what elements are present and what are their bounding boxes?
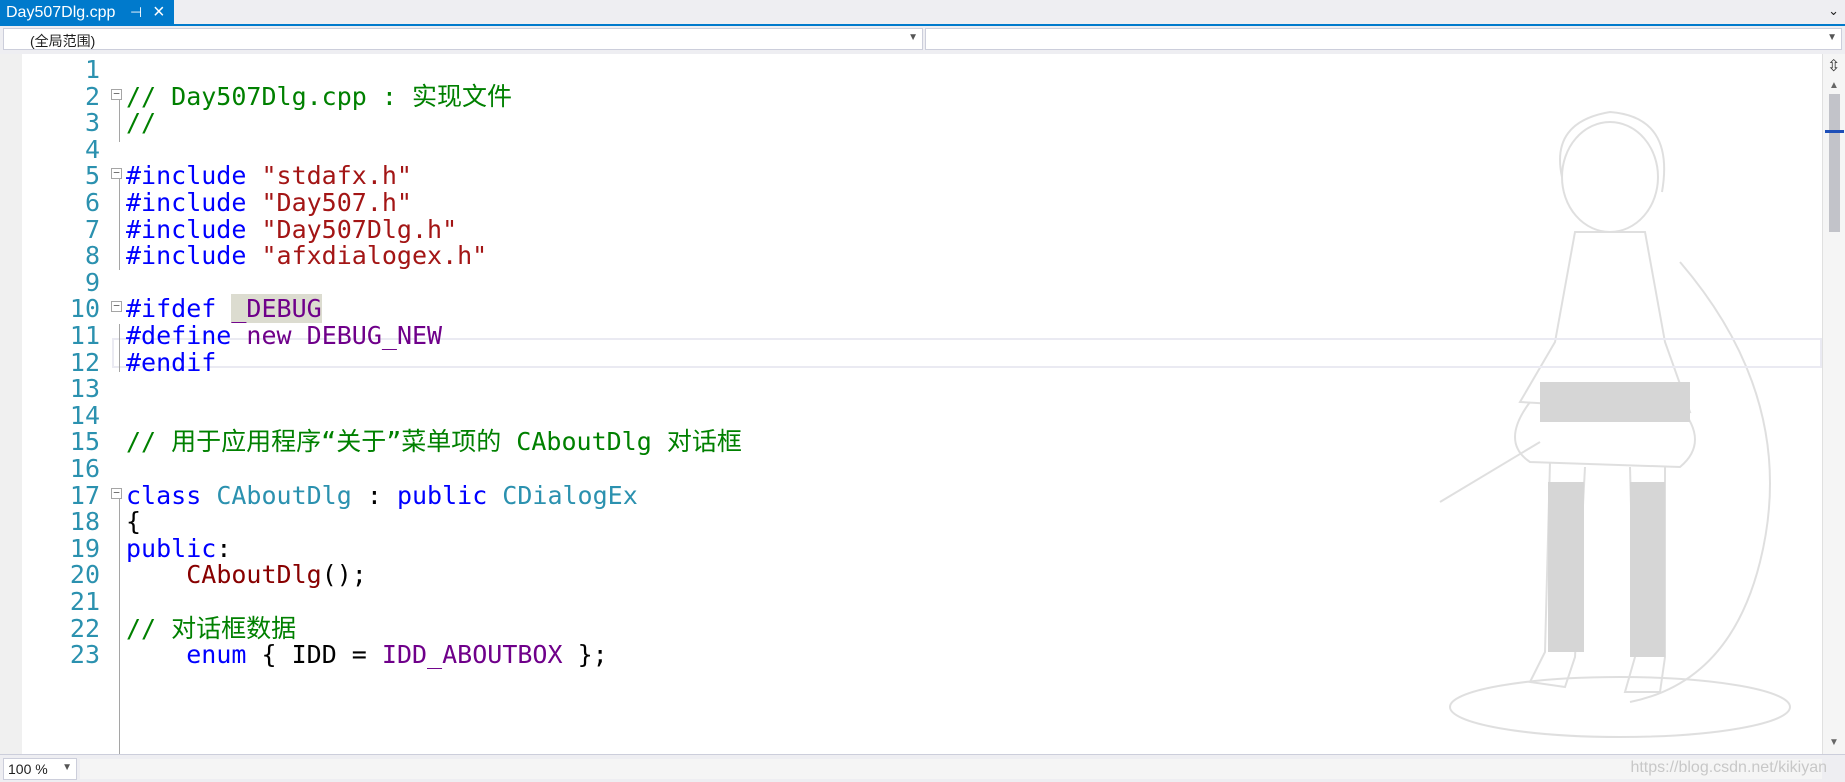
code-token: // <box>126 108 157 138</box>
fold-guide <box>119 324 120 372</box>
code-token: CDialogEx <box>502 480 638 510</box>
code-token: enum <box>186 640 247 670</box>
close-icon[interactable]: × <box>153 1 165 23</box>
collapse-icon[interactable]: − <box>111 167 122 180</box>
tab-day507dlg-cpp[interactable]: Day507Dlg.cpp ⊣ × <box>0 0 174 26</box>
code-token: : <box>351 480 397 510</box>
code-token: DEBUG_NEW <box>306 321 443 350</box>
collapse-icon[interactable]: − <box>111 300 122 313</box>
fold-guide <box>119 94 120 142</box>
split-window-icon[interactable]: ⇳ <box>1827 56 1840 76</box>
document-tab-bar: Day507Dlg.cpp ⊣ × ⌄ <box>0 0 1845 26</box>
pin-icon[interactable]: ⊣ <box>130 4 142 21</box>
zoom-dropdown[interactable]: 100 % ▼ <box>3 758 77 780</box>
code-text: class CAboutDlg : public CDialogEx <box>126 480 638 511</box>
code-token: #include <box>126 241 262 271</box>
code-text: // <box>126 107 156 138</box>
chevron-down-icon: ▼ <box>62 762 72 773</box>
code-token: new <box>246 321 307 350</box>
code-token: // Day507Dlg.cpp : 实现文件 <box>126 81 512 111</box>
code-text: #include "afxdialogex.h" <box>126 240 487 271</box>
scope-dropdown[interactable]: (全局范围) ▼ <box>3 28 923 50</box>
chevron-down-icon: ▼ <box>1827 32 1837 43</box>
caret-position-marker <box>1825 130 1844 133</box>
code-token: (); <box>321 560 367 590</box>
code-token: public <box>396 480 503 510</box>
member-dropdown[interactable]: ▼ <box>925 28 1842 50</box>
tab-label: Day507Dlg.cpp <box>6 4 116 21</box>
chevron-down-icon: ▼ <box>908 32 918 43</box>
code-token: IDD_ABOUTBOX <box>381 640 563 670</box>
code-token: CAboutDlg <box>186 560 322 590</box>
code-text: enum { IDD = IDD_ABOUTBOX }; <box>126 639 608 670</box>
code-token: CAboutDlg <box>216 480 352 510</box>
code-text: CAboutDlg(); <box>126 559 367 590</box>
code-token: }; <box>562 640 608 670</box>
code-token: #endif <box>126 347 217 377</box>
code-editor[interactable]: 1 2−// Day507Dlg.cpp : 实现文件 3//4 5− #include… <box>0 54 1822 754</box>
code-token: "afxdialogex.h" <box>261 241 488 271</box>
watermark-url: https://blog.csdn.net/kikiyan <box>1630 759 1827 776</box>
line-number: 23 <box>69 640 100 670</box>
scroll-down-icon[interactable]: ▼ <box>1829 737 1839 748</box>
vertical-scrollbar[interactable]: ⇳ ▲ ▼ <box>1822 54 1845 754</box>
collapse-icon[interactable]: − <box>111 88 122 100</box>
code-token: { IDD = <box>246 640 382 670</box>
fold-guide <box>119 494 120 754</box>
fold-guide <box>119 174 120 270</box>
horizontal-scrollbar[interactable] <box>80 759 1822 779</box>
scope-value: (全局范围) <box>30 33 96 49</box>
code-token: // 用于应用程序“关于”菜单项的 CAboutDlg 对话框 <box>126 427 742 457</box>
zoom-value: 100 % <box>8 761 48 777</box>
code-text: // 用于应用程序“关于”菜单项的 CAboutDlg 对话框 <box>126 426 742 457</box>
scrollbar-thumb[interactable] <box>1829 94 1840 232</box>
navigation-bar: (全局范围) ▼ ▼ <box>0 26 1845 54</box>
editor-bottom-bar: 100 % ▼ https://blog.csdn.net/kikiyan <box>0 754 1845 782</box>
scroll-up-icon[interactable]: ▲ <box>1829 80 1839 91</box>
tab-list-dropdown-icon[interactable]: ⌄ <box>1828 3 1839 19</box>
collapse-icon[interactable]: − <box>111 487 122 499</box>
code-text: // Day507Dlg.cpp : 实现文件 <box>126 81 512 112</box>
code-text: #endif <box>126 347 216 378</box>
background-watermark-image <box>1439 110 1791 738</box>
